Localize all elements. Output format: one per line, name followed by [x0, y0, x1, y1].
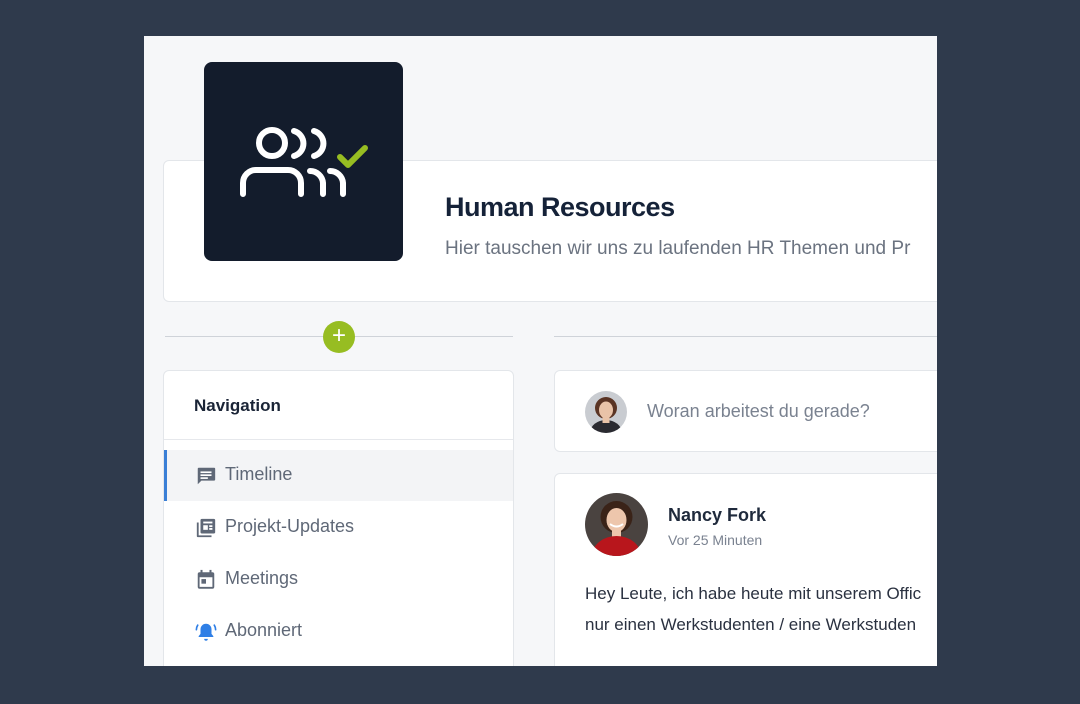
calendar-icon	[197, 569, 215, 589]
bell-icon	[195, 623, 217, 641]
plus-icon: +	[331, 322, 346, 349]
navigation-title: Navigation	[194, 396, 281, 415]
post-timestamp: Vor 25 Minuten	[668, 532, 763, 548]
people-check-icon	[240, 127, 368, 197]
user-avatar	[585, 391, 627, 433]
post-author[interactable]: Nancy Fork	[668, 505, 766, 526]
nav-item-projekt-updates[interactable]: Projekt-Updates	[164, 502, 513, 553]
post-card: Nancy Fork Vor 25 Minuten Hey Leute, ich…	[554, 473, 937, 666]
group-title: Human Resources	[445, 192, 675, 222]
nav-item-abonniert[interactable]: Abonniert	[164, 606, 513, 657]
nav-item-label: Abonniert	[225, 620, 303, 640]
divider	[164, 439, 513, 440]
nav-item-label: Projekt-Updates	[225, 516, 355, 536]
navigation-card: Navigation Timeline Projekt-Updates Meet…	[163, 370, 514, 666]
nav-item-meetings[interactable]: Meetings	[164, 554, 513, 605]
group-logo	[204, 62, 403, 261]
nav-item-timeline[interactable]: Timeline	[164, 450, 513, 501]
add-button[interactable]: +	[323, 321, 355, 353]
post-body-line: Hey Leute, ich habe heute mit unserem Of…	[585, 584, 922, 603]
post-body-line: nur einen Werkstudenten / eine Werkstude…	[585, 615, 917, 634]
nav-item-label: Timeline	[225, 464, 293, 484]
app-frame: Human Resources Hier tauschen wir uns zu…	[144, 36, 937, 666]
author-avatar[interactable]	[585, 493, 648, 556]
composer-input[interactable]: Woran arbeitest du gerade?	[647, 401, 870, 422]
divider	[554, 336, 937, 337]
post-composer[interactable]: Woran arbeitest du gerade?	[554, 370, 937, 452]
post-body: Hey Leute, ich habe heute mit unserem Of…	[585, 578, 937, 640]
comment-icon	[197, 467, 216, 485]
group-description: Hier tauschen wir uns zu laufenden HR Th…	[445, 238, 911, 259]
news-icon	[196, 518, 216, 538]
nav-item-label: Meetings	[225, 568, 299, 588]
